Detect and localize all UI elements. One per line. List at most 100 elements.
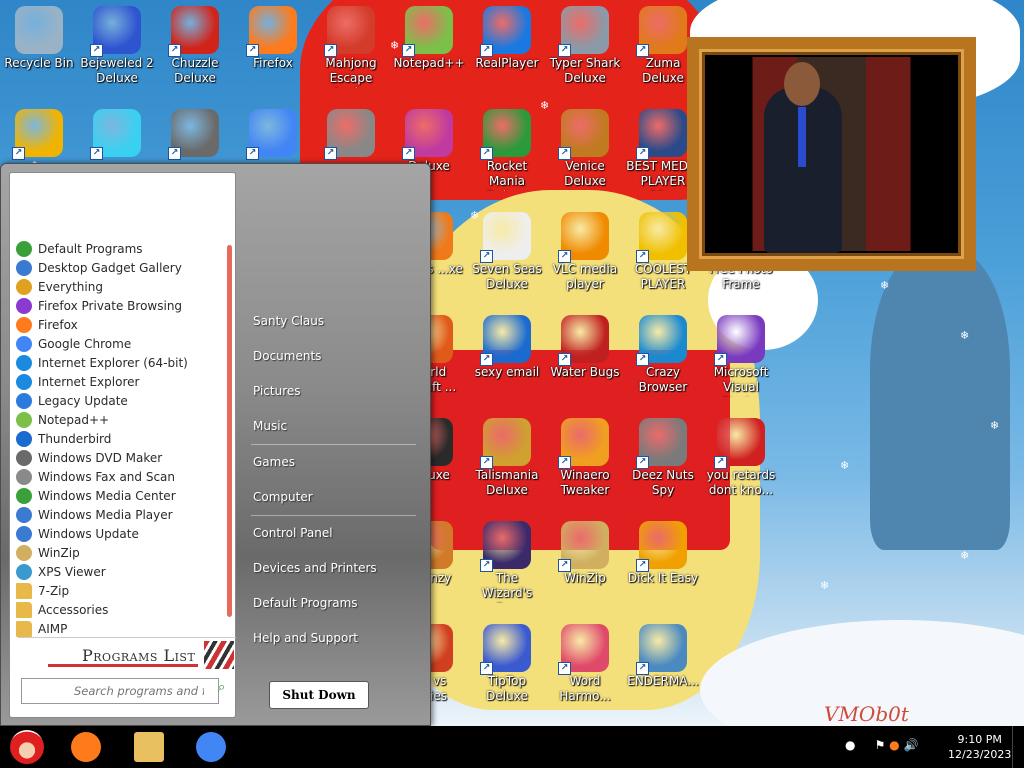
taskbar-pinned-button[interactable] — [187, 729, 235, 765]
program-list-item[interactable]: Windows Media Player — [16, 505, 226, 524]
taskbar-clock[interactable]: 9:10 PM 12/23/2023 — [948, 732, 1011, 762]
fax-icon — [16, 468, 32, 485]
desktop-icon[interactable]: ↗ sexy email — [468, 309, 546, 409]
program-list-item[interactable]: Internet Explorer (64-bit) — [16, 353, 226, 372]
desktop-icon-label: Bejeweled 2 Deluxe — [80, 56, 154, 85]
media-center-icon — [16, 487, 32, 504]
program-label: Windows Fax and Scan — [38, 469, 176, 484]
desktop-icon[interactable]: ↗ Word Harmo... — [546, 618, 624, 718]
start-place-music[interactable]: Music — [241, 409, 426, 444]
volume-icon[interactable]: 🔊 — [903, 738, 918, 752]
program-label: XPS Viewer — [38, 564, 106, 579]
desktop-icon[interactable]: ↗The Wizard's Pen — [468, 515, 546, 615]
show-desktop-button[interactable] — [1012, 726, 1024, 768]
taskbar-pinned-button[interactable] — [125, 729, 173, 765]
start-place-computer[interactable]: Computer — [241, 480, 426, 515]
shortcut-arrow-icon: ↗ — [168, 44, 181, 57]
program-list-item[interactable]: 7-Zip — [16, 581, 226, 600]
desktop-icon[interactable]: ↗ ENDERMA... — [624, 618, 702, 718]
program-list-item[interactable]: Internet Explorer — [16, 372, 226, 391]
shortcut-arrow-icon: ↗ — [714, 456, 727, 469]
start-search-box[interactable] — [21, 678, 219, 704]
start-place-documents[interactable]: Documents — [241, 339, 426, 374]
wizard-icon: ↗ — [480, 521, 531, 572]
program-list-item[interactable]: Windows Update — [16, 524, 226, 543]
start-button[interactable] — [2, 729, 52, 765]
desktop-icon[interactable]: ↗ Chuzzle Deluxe — [156, 0, 234, 100]
program-list-item[interactable]: Everything — [16, 277, 226, 296]
start-place-pictures[interactable]: Pictures — [241, 374, 426, 409]
gorilla-icon: ↗ — [324, 109, 375, 160]
desktop-icon[interactable]: ↗Rocket Mania Deluxe — [468, 103, 546, 203]
program-label: AIMP — [38, 621, 68, 636]
desktop-icon[interactable]: ↗ you retards dont kno... — [702, 412, 780, 512]
wallpaper-watermark: VMOb0t — [824, 702, 909, 726]
water-bugs-icon: ↗ — [558, 315, 609, 366]
desktop-icon[interactable]: ↗ Crazy Browser — [624, 309, 702, 409]
program-list-item[interactable]: Notepad++ — [16, 410, 226, 429]
program-list-item[interactable]: Desktop Gadget Gallery — [16, 258, 226, 277]
desktop-icon[interactable]: ↗ Notepad++ — [390, 0, 468, 100]
start-place-control-panel[interactable]: Control Panel — [241, 516, 426, 551]
diamond-icon: ↗ — [90, 109, 141, 160]
desktop-icon[interactable]: ↗ Venice Deluxe — [546, 103, 624, 203]
desktop-icon[interactable]: ↗ Bejeweled 2 Deluxe — [78, 0, 156, 100]
program-list-item[interactable]: Windows Media Center — [16, 486, 226, 505]
desktop-icon-label: WinZip — [564, 571, 606, 585]
desktop-icon[interactable]: ↗ TipTop Deluxe — [468, 618, 546, 718]
programs-scrollbar[interactable] — [227, 245, 232, 617]
search-icon[interactable]: ⌕ — [218, 680, 225, 695]
desktop-icon[interactable]: ↗ Winaero Tweaker — [546, 412, 624, 512]
shortcut-arrow-icon: ↗ — [12, 147, 25, 160]
desktop-icon[interactable]: ↗ Firefox — [234, 0, 312, 100]
search-input[interactable] — [22, 679, 204, 703]
program-list-item[interactable]: Legacy Update — [16, 391, 226, 410]
desktop-icon[interactable]: ↗ Deez Nuts Spy — [624, 412, 702, 512]
desktop-icon[interactable]: ↗ Typer Shark Deluxe — [546, 0, 624, 100]
program-list-item[interactable]: XPS Viewer — [16, 562, 226, 581]
program-list-item[interactable]: Windows DVD Maker — [16, 448, 226, 467]
shortcut-arrow-icon: ↗ — [558, 662, 571, 675]
firefox-tray-icon[interactable]: ● — [889, 738, 899, 752]
program-list-item[interactable]: Accessories — [16, 600, 226, 619]
start-place-help-and-support[interactable]: Help and Support — [241, 621, 426, 656]
rocket-mania-icon: ↗ — [480, 109, 531, 160]
start-place-default-programs[interactable]: Default Programs — [241, 586, 426, 621]
photo-frame-gadget[interactable] — [687, 37, 976, 271]
desktop-icon[interactable]: ↗ Seven Seas Deluxe — [468, 206, 546, 306]
desktop-icon[interactable]: ↗ VLC media player — [546, 206, 624, 306]
start-place-devices-and-printers[interactable]: Devices and Printers — [241, 551, 426, 586]
program-list-item[interactable]: AIMP — [16, 619, 226, 638]
desktop-icon[interactable]: Recycle Bin — [0, 0, 78, 100]
talismania-icon: ↗ — [480, 418, 531, 469]
desktop-icon[interactable]: ↗Mahjong Escape Anci... — [312, 0, 390, 100]
program-list-item[interactable]: Default Programs — [16, 239, 226, 258]
desktop-icon[interactable]: ↗ WinZip — [546, 515, 624, 615]
shortcut-arrow-icon: ↗ — [558, 456, 571, 469]
shortcut-arrow-icon: ↗ — [558, 559, 571, 572]
program-label: Default Programs — [38, 241, 143, 256]
program-list-item[interactable]: Windows Fax and Scan — [16, 467, 226, 486]
start-place-santy-claus[interactable]: Santy Claus — [241, 304, 426, 339]
program-list-item[interactable]: Firefox — [16, 315, 226, 334]
shortcut-arrow-icon: ↗ — [246, 147, 259, 160]
desktop-icon[interactable]: ↗ RealPlayer — [468, 0, 546, 100]
desktop-icon[interactable]: ↗ Dick It Easy — [624, 515, 702, 615]
programs-list-button[interactable]: Programs List — [18, 637, 236, 671]
tray-dot-icon[interactable]: ● — [845, 738, 855, 752]
desktop-icon[interactable]: ↗ Water Bugs — [546, 309, 624, 409]
shutdown-button[interactable]: Shut Down — [269, 681, 369, 709]
snowflake: ❄ — [840, 459, 850, 472]
taskbar-pinned-button[interactable] — [62, 729, 110, 765]
program-list-item[interactable]: WinZip — [16, 543, 226, 562]
desktop-icon-label: Winaero Tweaker — [560, 468, 610, 497]
program-list-item[interactable]: Google Chrome — [16, 334, 226, 353]
desktop-icon[interactable]: ↗Microsoft Visual Stud... — [702, 309, 780, 409]
start-place-games[interactable]: Games — [241, 445, 426, 480]
program-list-item[interactable]: Firefox Private Browsing — [16, 296, 226, 315]
chrome-icon — [16, 335, 32, 352]
desktop-icon-label: Notepad++ — [393, 56, 465, 70]
program-list-item[interactable]: Thunderbird — [16, 429, 226, 448]
action-center-flag-icon[interactable]: ⚑ — [875, 738, 886, 752]
desktop-icon[interactable]: ↗ Talismania Deluxe — [468, 412, 546, 512]
